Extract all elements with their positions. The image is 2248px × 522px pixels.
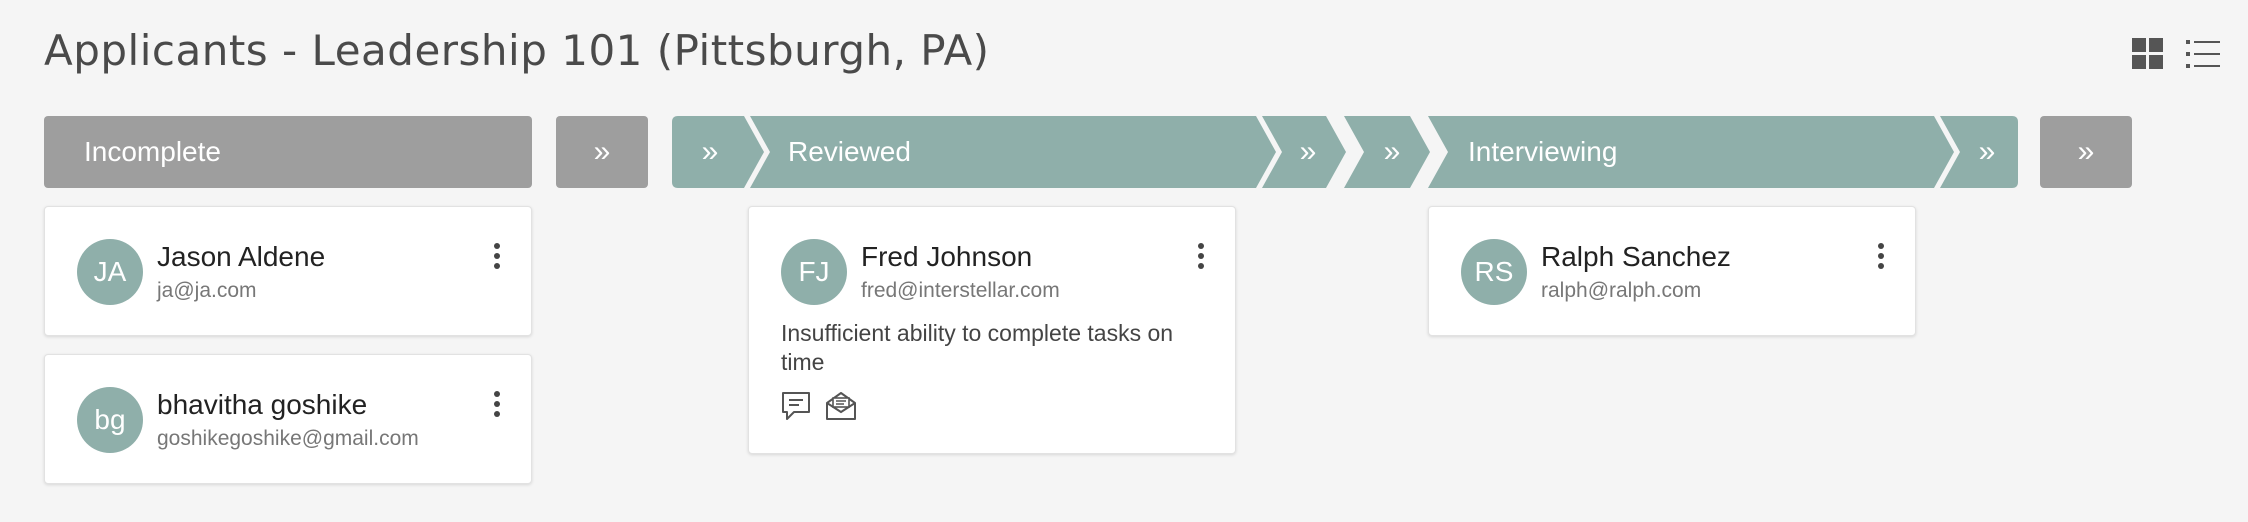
list-view-icon[interactable] xyxy=(2186,38,2220,70)
applicant-card[interactable]: RS Ralph Sanchez ralph@ralph.com xyxy=(1428,206,1916,336)
double-chevron-icon: » xyxy=(701,135,719,168)
applicant-card[interactable]: FJ Fred Johnson fred@interstellar.com In… xyxy=(748,206,1236,454)
applicant-email: ja@ja.com xyxy=(157,279,257,302)
more-options-icon[interactable] xyxy=(493,243,501,269)
double-chevron-icon: » xyxy=(1978,135,1996,168)
move-back-button[interactable]: » xyxy=(690,116,730,188)
applicant-email: ralph@ralph.com xyxy=(1541,279,1702,302)
comment-icon[interactable] xyxy=(781,391,811,421)
applicant-name: bhavitha goshike xyxy=(157,389,368,420)
double-chevron-icon: » xyxy=(1383,135,1401,168)
more-options-icon[interactable] xyxy=(493,391,501,417)
more-options-icon[interactable] xyxy=(1197,243,1205,269)
double-chevron-icon: » xyxy=(1299,135,1317,168)
applicant-name: Ralph Sanchez xyxy=(1541,241,1731,272)
move-forward-button[interactable]: » xyxy=(1964,116,2010,188)
stage-incomplete[interactable]: Incomplete xyxy=(44,116,532,188)
applicant-name: Jason Aldene xyxy=(157,241,326,272)
more-options-icon[interactable] xyxy=(1877,243,1885,269)
applicant-name: Fred Johnson xyxy=(861,241,1033,272)
avatar: JA xyxy=(77,239,143,305)
double-chevron-icon: » xyxy=(2077,135,2095,168)
applicant-email: fred@interstellar.com xyxy=(861,279,1060,302)
double-chevron-icon: » xyxy=(593,135,611,168)
applicant-card[interactable]: JA Jason Aldene ja@ja.com xyxy=(44,206,532,336)
applicant-email: goshikegoshike@gmail.com xyxy=(157,427,419,450)
applicant-card[interactable]: bg bhavitha goshike goshikegoshike@gmail… xyxy=(44,354,532,484)
move-button[interactable]: » xyxy=(1372,116,1412,188)
move-forward-button[interactable]: » xyxy=(2040,116,2132,188)
page-title: Applicants - Leadership 101 (Pittsburgh,… xyxy=(44,26,990,75)
stage-interviewing[interactable]: Interviewing xyxy=(1440,116,1880,188)
move-button[interactable]: » xyxy=(1290,116,1326,188)
stage-label: Reviewed xyxy=(788,136,911,167)
stage-label: Incomplete xyxy=(84,136,221,167)
email-icon[interactable] xyxy=(825,391,857,421)
move-forward-button[interactable]: » xyxy=(556,116,648,188)
stage-reviewed[interactable]: Reviewed xyxy=(760,116,1200,188)
avatar: RS xyxy=(1461,239,1527,305)
stage-label: Interviewing xyxy=(1468,136,1618,167)
view-toggle xyxy=(2132,38,2220,70)
avatar: FJ xyxy=(781,239,847,305)
grid-view-icon[interactable] xyxy=(2132,38,2164,70)
avatar: bg xyxy=(77,387,143,453)
applicant-note: Insufficient ability to complete tasks o… xyxy=(781,320,1174,375)
